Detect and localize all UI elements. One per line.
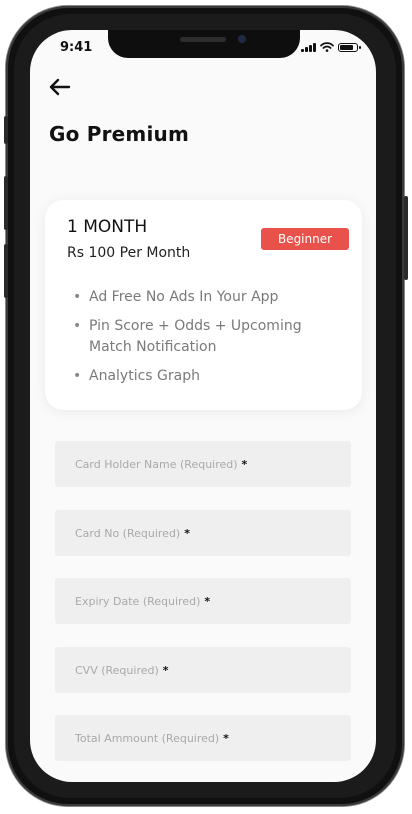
- mute-switch: [4, 116, 8, 144]
- plan-badge: Beginner: [261, 228, 349, 250]
- expiry-date-field[interactable]: Expiry Date (Required) *: [55, 578, 351, 624]
- back-button[interactable]: [47, 75, 73, 99]
- card-holder-name-field[interactable]: Card Holder Name (Required) *: [55, 441, 351, 487]
- front-camera: [238, 35, 246, 43]
- plan-price: Rs 100 Per Month: [67, 245, 191, 261]
- required-marker: *: [241, 457, 248, 471]
- page-title: Go Premium: [49, 122, 189, 146]
- feature-list: Ad Free No Ads In Your App Pin Score + O…: [73, 287, 348, 395]
- battery-icon: [338, 42, 361, 52]
- power-button: [404, 196, 408, 280]
- battery-level: [340, 44, 353, 50]
- total-amount-field[interactable]: Total Ammount (Required) *: [55, 715, 351, 761]
- field-placeholder: CVV (Required): [75, 663, 159, 677]
- field-placeholder: Expiry Date (Required): [75, 594, 201, 608]
- required-marker: *: [223, 731, 229, 745]
- card-number-field[interactable]: Card No (Required) *: [55, 510, 351, 556]
- wifi-icon: [320, 42, 334, 52]
- feature-item: Ad Free No Ads In Your App: [73, 287, 348, 308]
- field-placeholder: Total Ammount (Required): [75, 731, 220, 745]
- feature-item: Analytics Graph: [73, 366, 348, 387]
- notch: [108, 30, 300, 58]
- required-marker: *: [162, 663, 169, 677]
- cellular-signal-icon: [301, 42, 316, 52]
- arrow-left-icon: [49, 78, 71, 96]
- field-placeholder: Card No (Required): [75, 526, 181, 540]
- plan-card[interactable]: 1 MONTH Rs 100 Per Month Beginner Ad Fre…: [45, 200, 362, 410]
- app-screen: 9:41 Go Premium 1 MONTH Rs 100 Per Month…: [30, 30, 376, 782]
- field-placeholder: Card Holder Name (Required): [75, 457, 238, 471]
- volume-down-button: [4, 244, 8, 298]
- cvv-field[interactable]: CVV (Required) *: [55, 647, 351, 693]
- volume-up-button: [4, 176, 8, 230]
- speaker-grille: [180, 37, 226, 42]
- feature-item: Pin Score + Odds + Upcoming Match Notifi…: [73, 316, 348, 358]
- required-marker: *: [184, 526, 190, 540]
- status-icons: [301, 42, 361, 52]
- status-time: 9:41: [60, 40, 93, 55]
- plan-name: 1 MONTH: [67, 217, 148, 237]
- required-marker: *: [204, 594, 211, 608]
